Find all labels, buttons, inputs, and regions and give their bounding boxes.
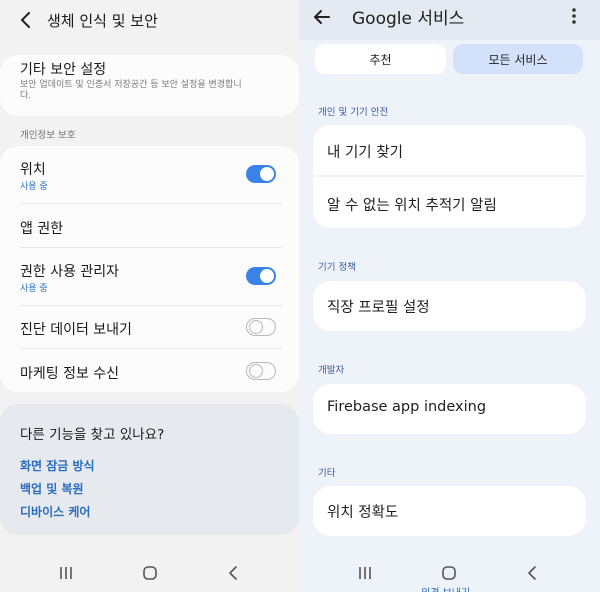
permission-manager-title: 권한 사용 관리자 xyxy=(20,264,120,280)
screen-lock-type-link[interactable]: 화면 잠금 방식 xyxy=(20,457,95,474)
other-security-settings-desc: 보안 업데이트 및 인증서 저장공간 등 보안 설정을 변경합니다. xyxy=(20,80,242,101)
backup-restore-link[interactable]: 백업 및 복원 xyxy=(20,480,84,497)
divider xyxy=(20,348,282,349)
device-care-link[interactable]: 디바이스 케어 xyxy=(20,503,90,520)
right-app-bar: Google 서비스 xyxy=(299,0,600,40)
tab-label: 모든 서비스 xyxy=(488,52,548,67)
find-my-device-label: 내 기기 찾기 xyxy=(327,145,403,161)
divider xyxy=(20,305,282,306)
section-label-device-policy: 기기 정책 xyxy=(318,262,356,273)
section-label-other: 기타 xyxy=(318,468,336,479)
send-feedback-link[interactable]: 의견 보내기 xyxy=(421,584,470,592)
recents-icon[interactable] xyxy=(358,566,372,580)
location-accuracy-label: 위치 정확도 xyxy=(327,505,399,521)
app-permissions-title: 앱 권한 xyxy=(20,221,64,237)
diagnostic-data-title: 진단 데이터 보내기 xyxy=(20,322,132,338)
left-navigation-bar xyxy=(0,556,299,590)
marketing-info-title: 마케팅 정보 수신 xyxy=(20,366,120,382)
nav-back-icon[interactable] xyxy=(526,565,538,581)
home-icon[interactable] xyxy=(142,565,158,581)
section-label-developer: 개발자 xyxy=(318,365,345,376)
divider xyxy=(20,203,282,204)
diagnostic-data-toggle[interactable] xyxy=(246,318,276,336)
page-title: Google 서비스 xyxy=(352,9,465,29)
tab-label: 추천 xyxy=(369,52,392,67)
toggle-knob xyxy=(260,167,274,181)
back-chevron-icon[interactable] xyxy=(18,9,34,31)
toggle-knob xyxy=(260,269,274,283)
tab-all-services[interactable]: 모든 서비스 xyxy=(453,44,583,74)
location-title: 위치 xyxy=(20,162,46,178)
toggle-knob xyxy=(249,319,263,334)
privacy-section-label: 개인정보 보호 xyxy=(20,130,76,141)
divider xyxy=(313,175,586,177)
recents-icon[interactable] xyxy=(59,566,73,580)
location-toggle[interactable] xyxy=(246,165,276,183)
permission-manager-toggle[interactable] xyxy=(246,267,276,285)
page-title: 생체 인식 및 보안 xyxy=(47,12,158,30)
nav-back-icon[interactable] xyxy=(227,565,239,581)
toggle-knob xyxy=(249,363,263,378)
back-arrow-icon[interactable] xyxy=(313,8,331,26)
left-app-bar: 생체 인식 및 보안 xyxy=(0,0,299,40)
other-security-settings-title: 기타 보안 설정 xyxy=(20,62,107,78)
permission-manager-status: 사용 중 xyxy=(20,284,48,294)
section-label-personal-device-safety: 개인 및 기기 안전 xyxy=(318,107,389,118)
unknown-tracker-alerts-label: 알 수 없는 위치 추적기 알림 xyxy=(327,198,497,214)
google-services-screen: Google 서비스 추천 모든 서비스 개인 및 기기 안전 내 기기 찾기 … xyxy=(299,0,600,592)
tab-recommended[interactable]: 추천 xyxy=(315,44,446,74)
home-icon[interactable] xyxy=(441,565,457,581)
more-vert-icon[interactable] xyxy=(571,7,577,25)
biometrics-security-screen: 생체 인식 및 보안 기타 보안 설정 보안 업데이트 및 인증서 저장공간 등… xyxy=(0,0,299,592)
firebase-app-indexing-label: Firebase app indexing xyxy=(327,399,487,415)
looking-for-something-else-title: 다른 기능을 찾고 있나요? xyxy=(20,427,165,443)
work-profile-setup-label: 직장 프로필 설정 xyxy=(327,300,430,316)
marketing-info-toggle[interactable] xyxy=(246,362,276,380)
divider xyxy=(20,247,282,248)
location-status: 사용 중 xyxy=(20,182,48,192)
